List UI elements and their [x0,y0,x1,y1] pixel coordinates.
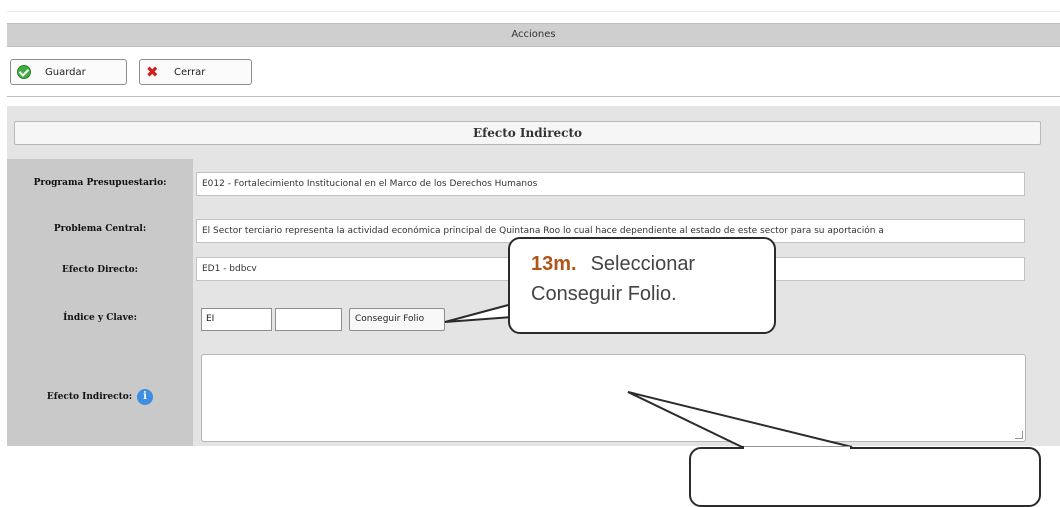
callout-pointer-mask [512,306,850,450]
